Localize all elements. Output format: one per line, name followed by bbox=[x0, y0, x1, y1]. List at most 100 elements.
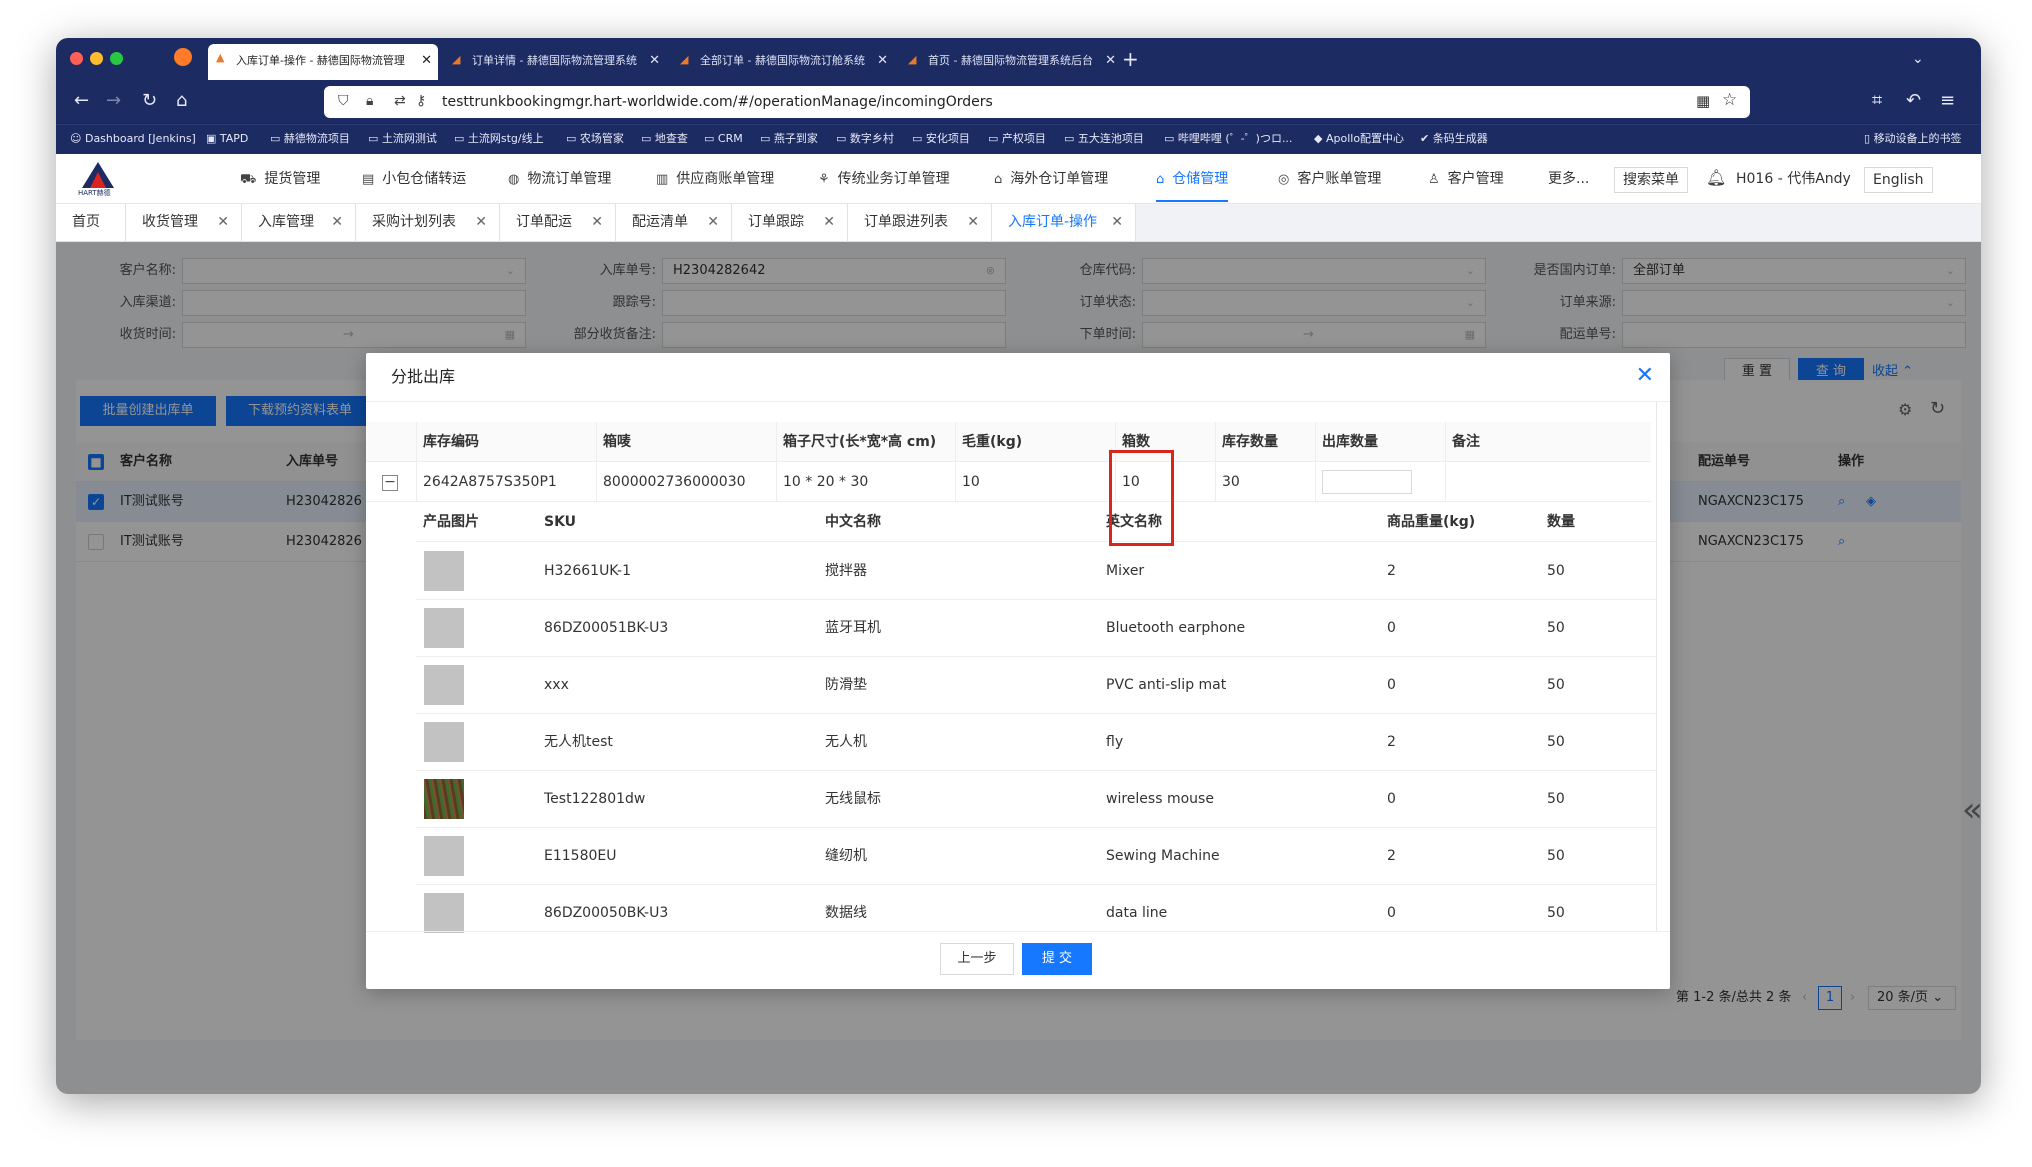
lock-icon[interactable]: 🔒︎ bbox=[366, 93, 373, 109]
user-name[interactable]: H016 - 代伟Andy bbox=[1736, 154, 1851, 204]
menu-item-8[interactable]: ♙ 客户管理 bbox=[1428, 154, 1504, 205]
product-image[interactable] bbox=[424, 779, 464, 819]
qty-cell: 50 bbox=[1547, 791, 1565, 807]
product-image[interactable] bbox=[424, 722, 464, 762]
menu-icon[interactable]: ≡ bbox=[1940, 90, 1955, 112]
collapse-row-icon[interactable]: − bbox=[382, 475, 398, 491]
menu-item-1[interactable]: ▤ 小包仓储转运 bbox=[362, 154, 466, 205]
cn-name-cell: 蓝牙耳机 bbox=[825, 620, 881, 636]
page-tab-2[interactable]: 入库管理 ✕ bbox=[242, 204, 356, 241]
cn-name-cell: 缝纫机 bbox=[825, 848, 867, 864]
crop-icon[interactable]: ⌗ bbox=[1872, 90, 1882, 112]
close-icon[interactable]: ✕ bbox=[591, 204, 603, 241]
close-icon[interactable]: ✕ bbox=[1636, 363, 1654, 389]
page-tab-6[interactable]: 订单跟踪 ✕ bbox=[732, 204, 848, 241]
bookmark-10[interactable]: ▭ 安化项目 bbox=[912, 125, 970, 153]
browser-tab-3[interactable]: ◢ 首页 - 赫德国际物流管理系统后台 ✕ bbox=[900, 46, 1122, 76]
new-tab-button[interactable]: + bbox=[1122, 46, 1139, 72]
maximize-window-button[interactable] bbox=[110, 52, 123, 65]
bookmark-1[interactable]: ▣ TAPD bbox=[206, 125, 248, 153]
address-bar[interactable]: ⛉ 🔒︎ ⇄ ⚷ testtrunkbookingmgr.hart-worldw… bbox=[324, 86, 1750, 118]
star-icon[interactable]: ☆ bbox=[1722, 90, 1737, 110]
menu-item-6[interactable]: ⌂ 仓储管理 bbox=[1156, 154, 1229, 202]
close-icon[interactable]: ✕ bbox=[331, 204, 343, 241]
column-header: 毛重(kg) bbox=[962, 434, 1023, 450]
qr-code-icon[interactable]: ▦ bbox=[1696, 92, 1710, 110]
language-button[interactable]: English bbox=[1864, 167, 1933, 193]
close-icon[interactable]: ✕ bbox=[1105, 46, 1116, 76]
browser-tab-1[interactable]: ◢ 订单详情 - 赫德国际物流管理系统 ✕ bbox=[444, 46, 666, 76]
back-icon[interactable]: ← bbox=[74, 90, 89, 112]
bookmark-8[interactable]: ▭ 燕子到家 bbox=[760, 125, 818, 153]
product-image[interactable] bbox=[424, 836, 464, 876]
bookmark-3[interactable]: ▭ 土流网测试 bbox=[368, 125, 437, 153]
menu-item-2[interactable]: ◍ 物流订单管理 bbox=[508, 154, 611, 205]
shield-icon[interactable]: ⛉ bbox=[338, 93, 349, 109]
bell-icon[interactable]: 🔔︎ bbox=[1706, 168, 1726, 187]
bookmark-14[interactable]: ◆ Apollo配置中心 bbox=[1314, 125, 1404, 153]
bookmark-5[interactable]: ▭ 农场管家 bbox=[566, 125, 624, 153]
close-icon[interactable]: ✕ bbox=[217, 204, 229, 241]
product-image[interactable] bbox=[424, 608, 464, 648]
scrollbar-track[interactable] bbox=[1656, 402, 1657, 932]
search-menu-button[interactable]: 搜索菜单 bbox=[1614, 167, 1688, 193]
close-icon[interactable]: ✕ bbox=[421, 44, 432, 78]
menu-item-3[interactable]: ▥ 供应商账单管理 bbox=[656, 154, 774, 205]
bookmark-15[interactable]: ✔ 条码生成器 bbox=[1420, 125, 1488, 153]
browser-tab-label: 订单详情 - 赫德国际物流管理系统 bbox=[472, 54, 637, 67]
product-image[interactable] bbox=[424, 551, 464, 591]
menu-item-5[interactable]: ⌂ 海外仓订单管理 bbox=[994, 154, 1108, 205]
home-icon[interactable]: ⌂ bbox=[176, 90, 187, 112]
bookmark-2[interactable]: ▭ 赫德物流项目 bbox=[270, 125, 350, 153]
reload-icon[interactable]: ↻ bbox=[142, 90, 157, 112]
browser-tab-2[interactable]: ◢ 全部订单 - 赫德国际物流订舱系统 ✕ bbox=[672, 46, 894, 76]
bookmark-6[interactable]: ▭ 地查查 bbox=[641, 125, 688, 153]
menu-item-more[interactable]: 更多... bbox=[1548, 154, 1589, 204]
column-header: 英文名称 bbox=[1106, 514, 1162, 530]
url-text[interactable]: testtrunkbookingmgr.hart-worldwide.com/#… bbox=[442, 86, 993, 118]
en-name-cell: fly bbox=[1106, 734, 1124, 750]
page-tab-0[interactable]: 首页 bbox=[56, 204, 126, 241]
close-icon[interactable]: ✕ bbox=[967, 204, 979, 241]
outbound-qty-input[interactable] bbox=[1322, 470, 1412, 494]
close-icon[interactable]: ✕ bbox=[649, 46, 660, 76]
close-icon[interactable]: ✕ bbox=[1111, 204, 1123, 241]
menu-item-4[interactable]: ⚘ 传统业务订单管理 bbox=[818, 154, 950, 205]
close-window-button[interactable] bbox=[70, 52, 83, 65]
bookmark-9[interactable]: ▭ 数字乡村 bbox=[836, 125, 894, 153]
minimize-window-button[interactable] bbox=[90, 52, 103, 65]
page-tab-7[interactable]: 订单跟进列表 ✕ bbox=[848, 204, 992, 241]
bookmark-11[interactable]: ▭ 产权项目 bbox=[988, 125, 1046, 153]
stock-row bbox=[366, 462, 1651, 502]
product-image[interactable] bbox=[424, 665, 464, 705]
bookmark-0[interactable]: ☺ Dashboard [Jenkins] bbox=[70, 125, 196, 153]
menu-item-0[interactable]: ⛟ 提货管理 bbox=[240, 154, 320, 205]
undo-icon[interactable]: ↶ bbox=[1906, 90, 1921, 112]
product-image[interactable] bbox=[424, 893, 464, 933]
close-icon[interactable]: ✕ bbox=[877, 46, 888, 76]
page-tab-4[interactable]: 订单配运 ✕ bbox=[500, 204, 616, 241]
tab-list-chevron-icon[interactable]: ⌄ bbox=[1912, 46, 1924, 72]
mobile-bookmarks[interactable]: ▯ 移动设备上的书签 bbox=[1864, 125, 1962, 153]
page-tab-1[interactable]: 收货管理 ✕ bbox=[126, 204, 242, 241]
page-tab-5[interactable]: 配运清单 ✕ bbox=[616, 204, 732, 241]
app-header: HART赫德 ⛟ 提货管理 ▤ 小包仓储转运 ◍ 物流订单管理 ▥ 供应商账单管理 ⚘ 传… bbox=[56, 154, 1981, 204]
close-icon[interactable]: ✕ bbox=[707, 204, 719, 241]
close-icon[interactable]: ✕ bbox=[475, 204, 487, 241]
bookmark-12[interactable]: ▭ 五大连池项目 bbox=[1064, 125, 1144, 153]
page-tab-8[interactable]: 入库订单-操作 ✕ bbox=[992, 204, 1136, 241]
menu-item-7[interactable]: ◎ 客户账单管理 bbox=[1278, 154, 1381, 205]
key-icon[interactable]: ⚷ bbox=[416, 93, 426, 109]
page-tab-3[interactable]: 采购计划列表 ✕ bbox=[356, 204, 500, 241]
bookmark-4[interactable]: ▭ 土流网stg/线上 bbox=[454, 125, 544, 153]
browser-tab-0[interactable]: ▲ 入库订单-操作 - 赫德国际物流管理 ✕ bbox=[208, 44, 438, 80]
qty-cell: 50 bbox=[1547, 848, 1565, 864]
prev-step-button[interactable]: 上一步 bbox=[940, 943, 1014, 975]
forward-icon[interactable]: → bbox=[106, 90, 121, 112]
submit-button[interactable]: 提 交 bbox=[1022, 943, 1092, 975]
bookmark-7[interactable]: ▭ CRM bbox=[704, 125, 743, 153]
close-icon[interactable]: ✕ bbox=[823, 204, 835, 241]
bookmark-13[interactable]: ▭ 哔哩哔哩 (゜-゜)つロ... bbox=[1164, 125, 1292, 153]
permissions-icon[interactable]: ⇄ bbox=[394, 93, 406, 109]
hart-logo[interactable]: HART赫德 bbox=[78, 160, 118, 198]
